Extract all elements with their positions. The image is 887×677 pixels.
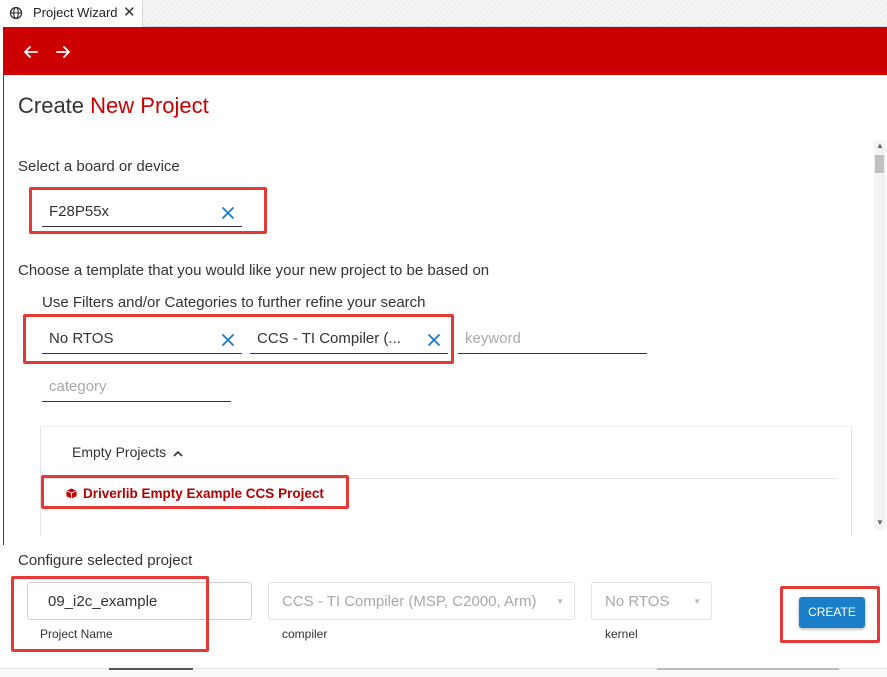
tab-project-wizard[interactable]: Project Wizard ✕ xyxy=(0,0,143,27)
forward-button[interactable] xyxy=(51,37,75,65)
globe-icon xyxy=(9,6,23,20)
compiler-dropdown-icon: ▼ xyxy=(556,597,564,606)
filter-hint: Use Filters and/or Categories to further… xyxy=(42,294,426,311)
page-title-accent: New Project xyxy=(90,93,209,118)
kernel-dropdown-icon: ▼ xyxy=(693,597,701,606)
kernel-value: No RTOS xyxy=(605,593,670,610)
compiler-select[interactable]: CCS - TI Compiler (MSP, C2000, Arm) ▼ xyxy=(268,582,575,620)
group-empty-projects[interactable]: Empty Projects xyxy=(72,444,183,460)
compiler-value: CCS - TI Compiler (MSP, C2000, Arm) xyxy=(282,593,537,610)
tab-close-icon[interactable]: ✕ xyxy=(123,3,136,21)
arrow-left-icon xyxy=(24,46,38,58)
board-label: Select a board or device xyxy=(18,158,180,175)
group-label: Empty Projects xyxy=(72,444,167,460)
page-title: Create New Project xyxy=(18,93,209,119)
kernel-select[interactable]: No RTOS ▼ xyxy=(591,582,712,620)
kernel-caption: kernel xyxy=(605,627,638,641)
wizard-toolbar xyxy=(3,27,887,75)
left-accent-line xyxy=(3,75,4,545)
keyword-input[interactable]: keyword xyxy=(458,324,647,354)
bottom-segment xyxy=(657,668,839,670)
chevron-up-icon xyxy=(173,450,183,457)
page-title-prefix: Create xyxy=(18,93,85,118)
board-highlight xyxy=(29,187,267,234)
configure-label: Configure selected project xyxy=(18,552,193,569)
category-placeholder: category xyxy=(49,378,107,395)
scroll-down-icon[interactable]: ▼ xyxy=(876,518,884,527)
bottom-segment xyxy=(109,668,193,670)
scrollbar[interactable] xyxy=(874,140,886,530)
compiler-caption: compiler xyxy=(282,627,328,641)
arrow-right-icon xyxy=(56,46,70,58)
template-label: Choose a template that you would like yo… xyxy=(18,262,490,279)
create-highlight xyxy=(780,586,880,643)
keyword-placeholder: keyword xyxy=(465,330,521,347)
tab-title: Project Wizard xyxy=(33,5,118,20)
template-highlight xyxy=(41,475,349,509)
back-button[interactable] xyxy=(19,37,43,65)
scroll-up-icon[interactable]: ▲ xyxy=(876,141,884,150)
tab-strip: Project Wizard ✕ xyxy=(0,0,887,27)
category-input[interactable]: category xyxy=(42,372,231,402)
scrollbar-thumb[interactable] xyxy=(875,155,884,173)
filters-highlight xyxy=(23,314,454,364)
project-name-highlight xyxy=(11,576,209,652)
bottom-strip xyxy=(0,668,887,677)
